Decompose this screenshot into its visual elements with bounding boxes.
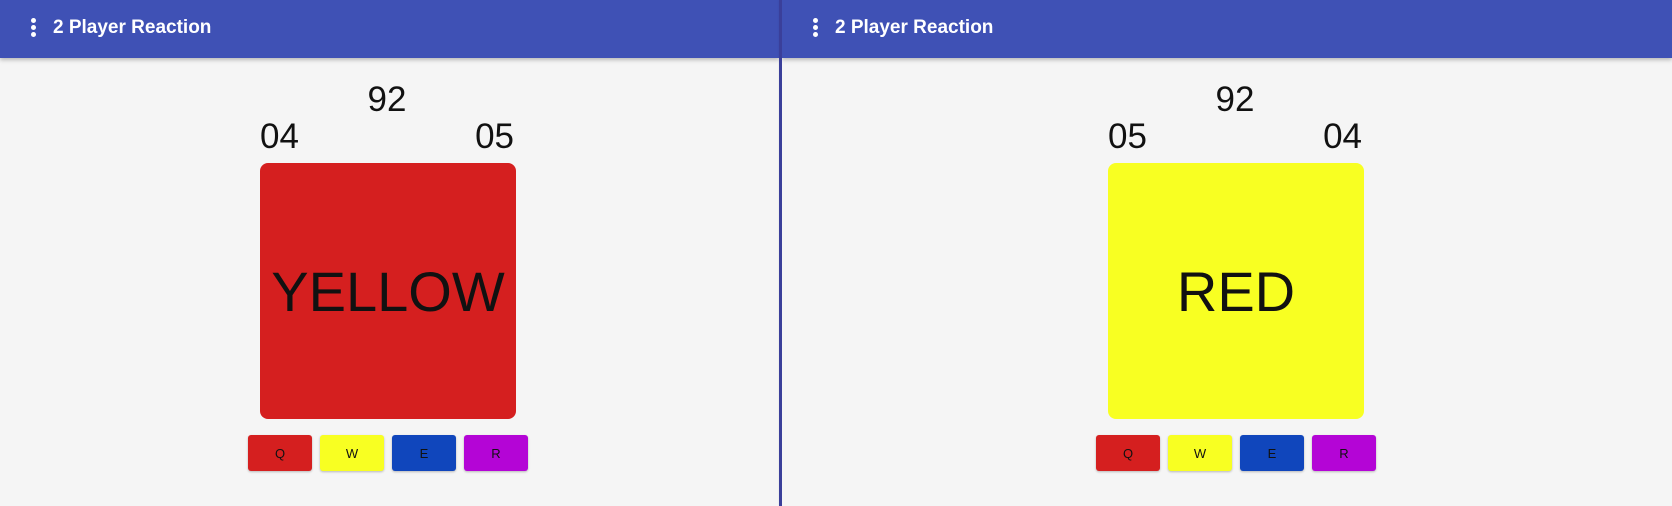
screen: 2 Player Reaction 92 04 05 YELLOW Q W E … [0,0,1672,506]
game-area: 92 05 04 RED Q W E R [1095,80,1376,480]
app-bar: 2 Player Reaction [782,0,1672,58]
score-right: 05 [475,117,514,156]
timer: 92 [1215,80,1255,119]
game-area: 92 04 05 YELLOW Q W E R [247,80,528,480]
more-vert-icon[interactable] [808,16,822,40]
answer-buttons: Q W E R [1096,435,1376,471]
app-title: 2 Player Reaction [835,17,994,38]
purple-r-button[interactable]: R [464,435,528,471]
color-card[interactable]: YELLOW [260,163,516,419]
app-title: 2 Player Reaction [53,17,212,38]
right-window: 2 Player Reaction 92 05 04 RED Q W E R [782,0,1672,506]
blue-e-button[interactable]: E [1240,435,1304,471]
color-card[interactable]: RED [1108,163,1364,419]
left-window: 2 Player Reaction 92 04 05 YELLOW Q W E … [0,0,779,506]
blue-e-button[interactable]: E [392,435,456,471]
timer: 92 [367,80,407,119]
score-left: 05 [1108,117,1147,156]
score-left: 04 [260,117,299,156]
yellow-w-button[interactable]: W [320,435,384,471]
purple-r-button[interactable]: R [1312,435,1376,471]
app-bar: 2 Player Reaction [0,0,779,58]
red-q-button[interactable]: Q [1096,435,1160,471]
score-right: 04 [1323,117,1362,156]
color-word: YELLOW [271,259,505,323]
red-q-button[interactable]: Q [248,435,312,471]
color-word: RED [1176,259,1296,323]
yellow-w-button[interactable]: W [1168,435,1232,471]
more-vert-icon[interactable] [26,16,40,40]
answer-buttons: Q W E R [248,435,528,471]
